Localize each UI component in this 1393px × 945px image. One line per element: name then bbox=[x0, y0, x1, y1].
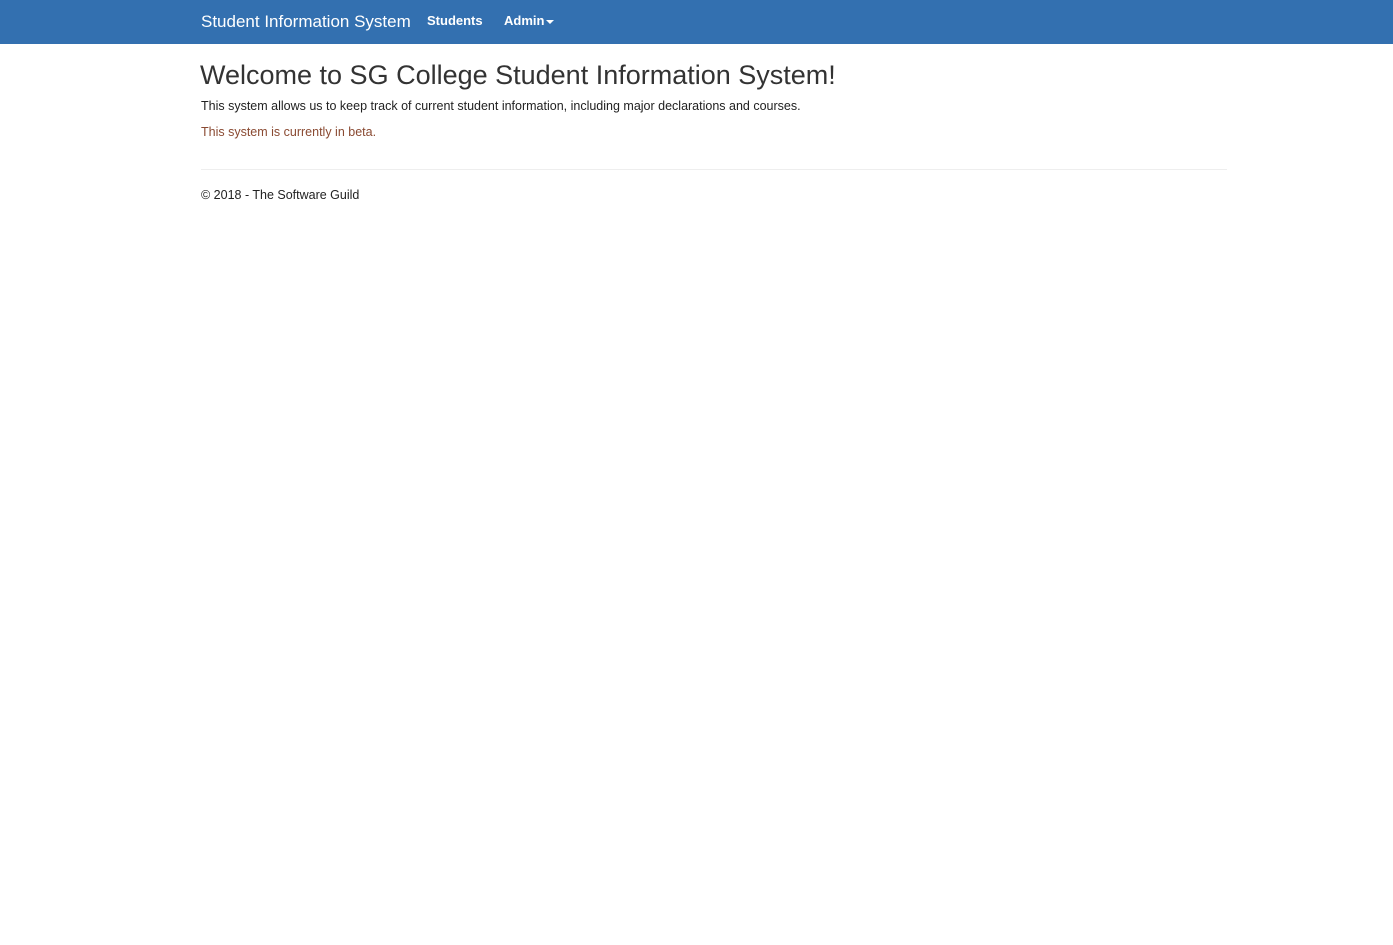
nav-admin-dropdown[interactable]: Admin bbox=[504, 12, 555, 30]
nav-students-link[interactable]: Students bbox=[427, 12, 483, 30]
footer-divider bbox=[201, 169, 1227, 170]
beta-notice: This system is currently in beta. bbox=[201, 125, 377, 139]
footer-copyright: © 2018 - The Software Guild bbox=[201, 188, 360, 202]
caret-down-icon bbox=[546, 19, 555, 24]
intro-text: This system allows us to keep track of c… bbox=[201, 99, 801, 113]
top-navbar: Student Information System Students Admi… bbox=[0, 0, 1393, 44]
page-title: Welcome to SG College Student Informatio… bbox=[200, 60, 836, 90]
nav-admin-label: Admin bbox=[504, 13, 545, 28]
brand-link[interactable]: Student Information System bbox=[201, 11, 411, 33]
